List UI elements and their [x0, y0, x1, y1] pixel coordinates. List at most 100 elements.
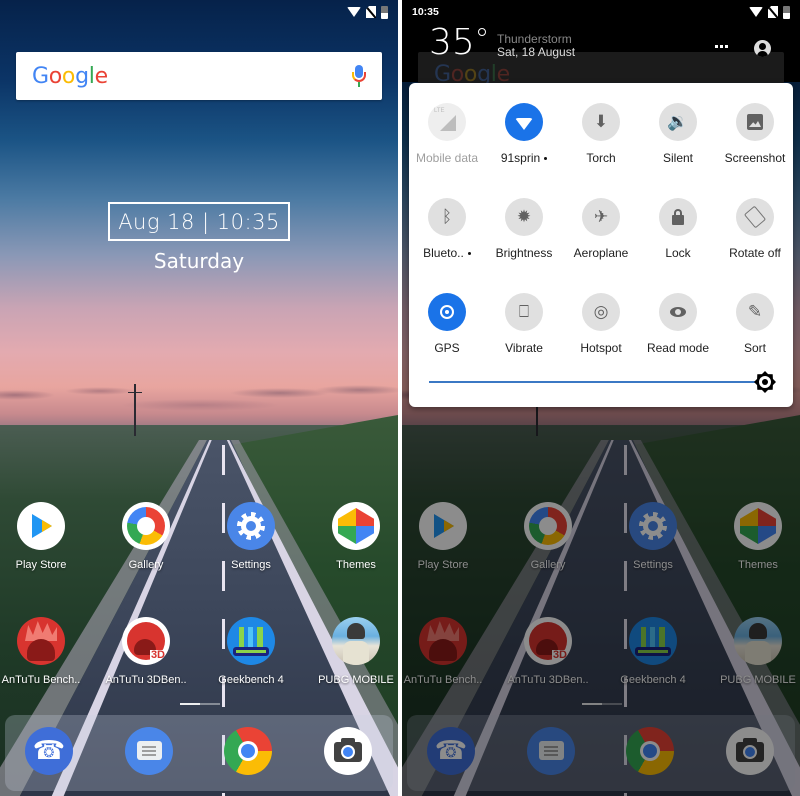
- tile-label: Blueto..: [423, 246, 464, 260]
- account-icon[interactable]: [754, 40, 771, 57]
- app-label: Settings: [231, 559, 271, 571]
- clock-widget[interactable]: Aug 18 | 10:35: [108, 202, 290, 241]
- page-indicator: [180, 703, 220, 705]
- app-label: AnTuTu 3DBen..: [105, 674, 187, 686]
- themes-icon: [332, 502, 380, 550]
- antutu-icon: [17, 617, 65, 665]
- gps-icon: [428, 293, 466, 331]
- tile-mobile-data[interactable]: LTE Mobile data: [408, 103, 486, 165]
- mic-icon[interactable]: [352, 65, 366, 87]
- chrome-icon[interactable]: [224, 727, 272, 775]
- app-geekbench[interactable]: Geekbench 4: [206, 617, 296, 686]
- tile-label: Hotspot: [580, 341, 622, 355]
- app-antutu[interactable]: AnTuTu Bench..: [0, 617, 86, 686]
- screenshot-icon: [736, 103, 774, 141]
- dock: [5, 715, 393, 791]
- volume-icon: 🔉: [659, 103, 697, 141]
- home-screen: Google Aug 18 | 10:35 Saturday Play Stor…: [0, 0, 398, 796]
- tile-label: Aeroplane: [573, 246, 629, 260]
- brightness-slider[interactable]: [429, 381, 764, 383]
- antutu-3d-icon: 3D: [122, 617, 170, 665]
- wifi-icon: [505, 103, 543, 141]
- google-search-bar[interactable]: Google: [16, 52, 382, 100]
- quick-settings-panel: LTE Mobile data 91sprin ⬇ Torch 🔉 Silent…: [409, 83, 793, 407]
- tile-sort[interactable]: ✎ Sort: [716, 293, 794, 355]
- clock-day: Saturday: [153, 249, 245, 273]
- app-pubg[interactable]: PUBG MOBILE: [311, 617, 398, 686]
- tile-label: Lock: [665, 246, 691, 260]
- rotate-icon: [736, 198, 774, 236]
- tile-bluetooth[interactable]: ᛒ Blueto..: [408, 198, 486, 260]
- app-label: Themes: [336, 559, 376, 571]
- app-gallery[interactable]: Gallery: [101, 502, 191, 571]
- tile-hotspot[interactable]: ◎ Hotspot: [562, 293, 640, 355]
- shade-date[interactable]: Sat, 18 August: [497, 45, 575, 59]
- tile-gps[interactable]: GPS: [408, 293, 486, 355]
- app-label: Play Store: [15, 559, 67, 571]
- tile-label: GPS: [434, 341, 460, 355]
- app-themes[interactable]: Themes: [311, 502, 398, 571]
- weather-condition: Thunderstorm: [497, 32, 572, 46]
- degree-icon: [478, 28, 486, 36]
- no-sim-icon: [768, 6, 778, 18]
- app-label: PUBG MOBILE: [318, 674, 394, 686]
- more-options-dot: [467, 252, 471, 256]
- tile-label: Silent: [662, 151, 694, 165]
- eye-icon: [659, 293, 697, 331]
- bluetooth-icon: ᛒ: [428, 198, 466, 236]
- tile-torch[interactable]: ⬇ Torch: [562, 103, 640, 165]
- app-settings[interactable]: Settings: [206, 502, 296, 571]
- tile-lock[interactable]: Lock: [639, 198, 717, 260]
- brightness-thumb-icon[interactable]: [754, 371, 776, 393]
- pubg-icon: [332, 617, 380, 665]
- quick-settings-screen: Play Store Gallery Settings Themes AnTuT…: [402, 0, 800, 796]
- phone-icon[interactable]: [25, 727, 73, 775]
- tile-brightness[interactable]: ✹ Brightness: [485, 198, 563, 260]
- geekbench-icon: [227, 617, 275, 665]
- app-antutu-3d[interactable]: 3D AnTuTu 3DBen..: [101, 617, 191, 686]
- battery-icon: [381, 5, 388, 19]
- gallery-icon: [122, 502, 170, 550]
- torch-icon: ⬇: [582, 103, 620, 141]
- tile-label: Vibrate: [505, 341, 543, 355]
- app-label: AnTuTu Bench..: [1, 674, 81, 686]
- status-bar: [0, 0, 398, 24]
- lock-icon: [659, 198, 697, 236]
- tile-rotate[interactable]: Rotate off: [716, 198, 794, 260]
- tile-label: Torch: [586, 151, 616, 165]
- hotspot-icon: ◎: [582, 293, 620, 331]
- camera-icon[interactable]: [324, 727, 372, 775]
- wifi-icon: [347, 7, 361, 17]
- edit-icon: ✎: [736, 293, 774, 331]
- auto-brightness-icon: ✹: [505, 198, 543, 236]
- tile-aeroplane[interactable]: ✈ Aeroplane: [562, 198, 640, 260]
- messages-icon[interactable]: [125, 727, 173, 775]
- tile-label: 91sprin: [500, 151, 541, 165]
- tile-label: Rotate off: [729, 246, 781, 260]
- tile-silent[interactable]: 🔉 Silent: [639, 103, 717, 165]
- app-label: Geekbench 4: [218, 674, 284, 686]
- temperature[interactable]: 35: [429, 22, 475, 63]
- tile-label: Read mode: [646, 341, 710, 355]
- google-logo: Google: [32, 63, 108, 89]
- play-store-icon: [17, 502, 65, 550]
- mobile-data-icon: LTE: [428, 103, 466, 141]
- vibrate-icon: ⎕: [505, 293, 543, 331]
- tile-label: Sort: [743, 341, 766, 355]
- app-play-store[interactable]: Play Store: [0, 502, 86, 571]
- tile-label: Mobile data: [415, 151, 479, 165]
- no-sim-icon: [366, 6, 376, 18]
- settings-icon: [227, 502, 275, 550]
- wifi-icon: [749, 7, 763, 17]
- tile-screenshot[interactable]: Screenshot: [716, 103, 794, 165]
- clock-date-time: Aug 18 | 10:35: [118, 209, 280, 234]
- tile-wifi[interactable]: 91sprin: [485, 103, 563, 165]
- more-icon[interactable]: [715, 45, 728, 48]
- more-options-dot: [544, 157, 548, 161]
- tile-label: Screenshot: [724, 151, 786, 165]
- tile-read-mode[interactable]: Read mode: [639, 293, 717, 355]
- tile-vibrate[interactable]: ⎕ Vibrate: [485, 293, 563, 355]
- tile-label: Brightness: [495, 246, 553, 260]
- status-bar: 10:35: [402, 0, 800, 24]
- status-time: 10:35: [412, 6, 439, 18]
